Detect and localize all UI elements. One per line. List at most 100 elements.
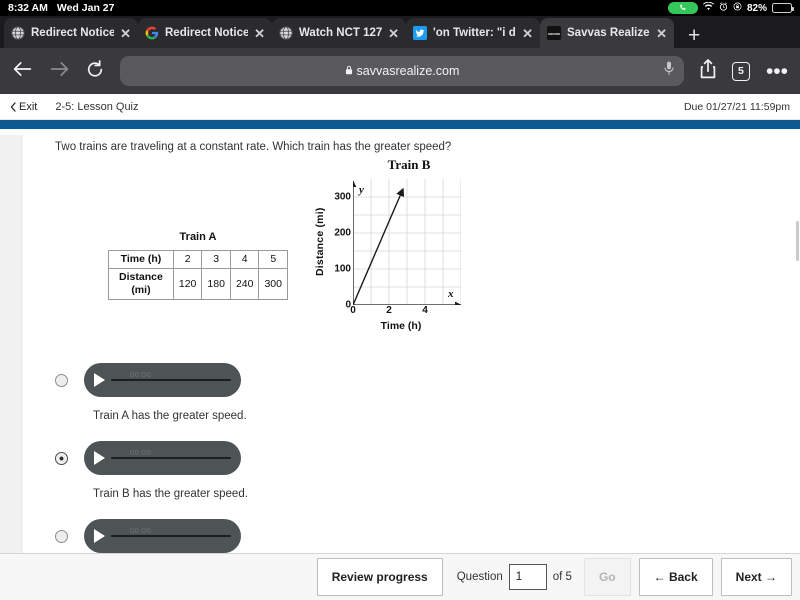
table-cell: 120 [172,268,203,301]
left-gutter [0,135,23,553]
status-date: Wed Jan 27 [56,2,115,14]
browser-tab[interactable]: 'on Twitter: "i don ✕ [406,18,540,48]
ios-status-bar: 8:32 AM Wed Jan 27 82% [0,0,800,16]
table-row: Distance (mi) 120 180 240 300 [108,268,288,301]
close-icon[interactable]: ✕ [254,27,265,40]
back-button[interactable]: ← Back [638,558,713,596]
table-cell: 4 [229,249,260,270]
question-prompt: Two trains are traveling at a constant r… [55,141,452,153]
alarm-icon [719,2,728,14]
question-navigator: Question of 5 [453,558,576,596]
table-cell: 180 [201,268,231,301]
exit-button[interactable]: Exit [10,101,37,113]
answer-option[interactable]: 00:00 [55,514,800,553]
svg-text:x: x [447,288,454,300]
microphone-icon[interactable] [664,61,674,81]
back-icon[interactable] [12,60,33,82]
y-tick: 300 [334,191,351,203]
table-cell: 240 [229,268,260,301]
audio-player[interactable]: 00:00 [84,519,241,553]
browser-tab[interactable]: Redirect Notice ✕ [138,18,272,48]
next-button[interactable]: Next → [720,558,792,596]
chevron-left-icon [10,101,16,112]
answer-options: 00:00 Train A has the greater speed. 00:… [23,358,800,553]
reload-icon[interactable] [86,59,104,83]
play-icon[interactable] [94,373,105,387]
radio-button[interactable] [55,373,68,387]
x-axis-ticks: 0 2 4 [350,305,461,319]
question-content: Two trains are traveling at a constant r… [23,135,800,553]
tab-title: Savvas Realize [567,27,650,39]
answer-option[interactable]: 00:00 Train A has the greater speed. [55,358,800,432]
tab-title: 'on Twitter: "i don [433,27,516,39]
x-tick: 4 [422,305,428,316]
radio-button[interactable] [55,529,68,543]
browser-tab[interactable]: Watch NCT 127 24 ✕ [272,18,406,48]
exit-label: Exit [19,100,38,113]
plot-area: y x [353,179,461,305]
globe-icon [11,26,25,40]
scrollbar-thumb[interactable] [796,221,799,261]
audio-progress-bar[interactable] [111,378,231,382]
audio-player[interactable]: 00:00 [84,441,241,475]
progress-band [0,120,800,129]
row-header: Time (h) [108,249,174,270]
x-tick: 0 [350,305,356,316]
table-cell: 3 [201,249,231,270]
audio-time: 00:00 [130,370,152,379]
browser-tab[interactable]: Redirect Notice ✕ [4,18,138,48]
play-icon[interactable] [94,529,105,543]
y-tick: 200 [334,227,351,239]
close-icon[interactable]: ✕ [656,27,667,40]
battery-percent: 82% [746,2,767,14]
train-b-caption: Train B [387,157,431,172]
play-icon[interactable] [94,451,105,465]
wifi-icon [702,1,714,14]
globe-icon [279,26,293,40]
review-progress-button[interactable]: Review progress [316,558,443,596]
close-icon[interactable]: ✕ [522,27,533,40]
share-icon[interactable] [700,59,716,83]
url-bar[interactable]: savvasrealize.com [120,56,684,86]
audio-time: 00:00 [130,448,152,457]
forward-icon[interactable] [49,60,70,82]
close-icon[interactable]: ✕ [120,27,131,40]
browser-window: 8:32 AM Wed Jan 27 82% Redirect Notice ✕… [0,0,800,600]
audio-progress-bar[interactable] [111,456,231,460]
question-total-label: of 5 [552,571,572,583]
go-button[interactable]: Go [583,558,631,596]
tab-title: Watch NCT 127 24 [299,27,383,39]
question-label: Question [456,571,503,583]
status-time: 8:32 AM [8,2,48,14]
tab-title: Redirect Notice [31,27,115,39]
lock-icon [345,64,353,78]
due-date: Due 01/27/21 11:59pm [683,100,790,113]
radio-button-selected[interactable] [55,451,68,465]
question-number-input[interactable] [508,564,547,590]
table-cell: 2 [172,249,203,270]
browser-tab-active[interactable]: savvas Savvas Realize ✕ [540,18,674,48]
svg-text:y: y [357,184,364,196]
y-tick: 100 [334,263,351,275]
tab-count-button[interactable]: 5 [731,61,750,81]
browser-toolbar: savvasrealize.com 5 ••• [0,48,800,94]
row-header: Distance (mi) [108,268,174,301]
table-cell: 300 [258,268,288,301]
answer-option-label: Train B has the greater speed. [93,488,248,500]
audio-progress-bar[interactable] [111,534,231,538]
close-icon[interactable]: ✕ [388,27,399,40]
answer-option-selected[interactable]: 00:00 Train B has the greater speed. [55,436,800,510]
page-title: 2-5: Lesson Quiz [55,100,139,113]
table-cell: 5 [258,249,288,270]
rotation-lock-icon [733,2,742,14]
audio-player[interactable]: 00:00 [84,363,241,397]
more-options-icon[interactable]: ••• [766,61,788,82]
stimulus-area: Train A Time (h) 2 3 4 5 Distance (mi) 1… [23,153,800,358]
new-tab-button[interactable]: + [674,25,712,48]
quiz-header: Exit 2-5: Lesson Quiz Due 01/27/21 11:59… [0,94,800,120]
y-axis-label: Distance (mi) [314,207,326,277]
google-icon [145,26,159,40]
train-a-table: Time (h) 2 3 4 5 Distance (mi) 120 180 2… [108,249,288,301]
savvas-icon: savvas [547,26,561,40]
answer-option-label: Train A has the greater speed. [93,410,247,422]
